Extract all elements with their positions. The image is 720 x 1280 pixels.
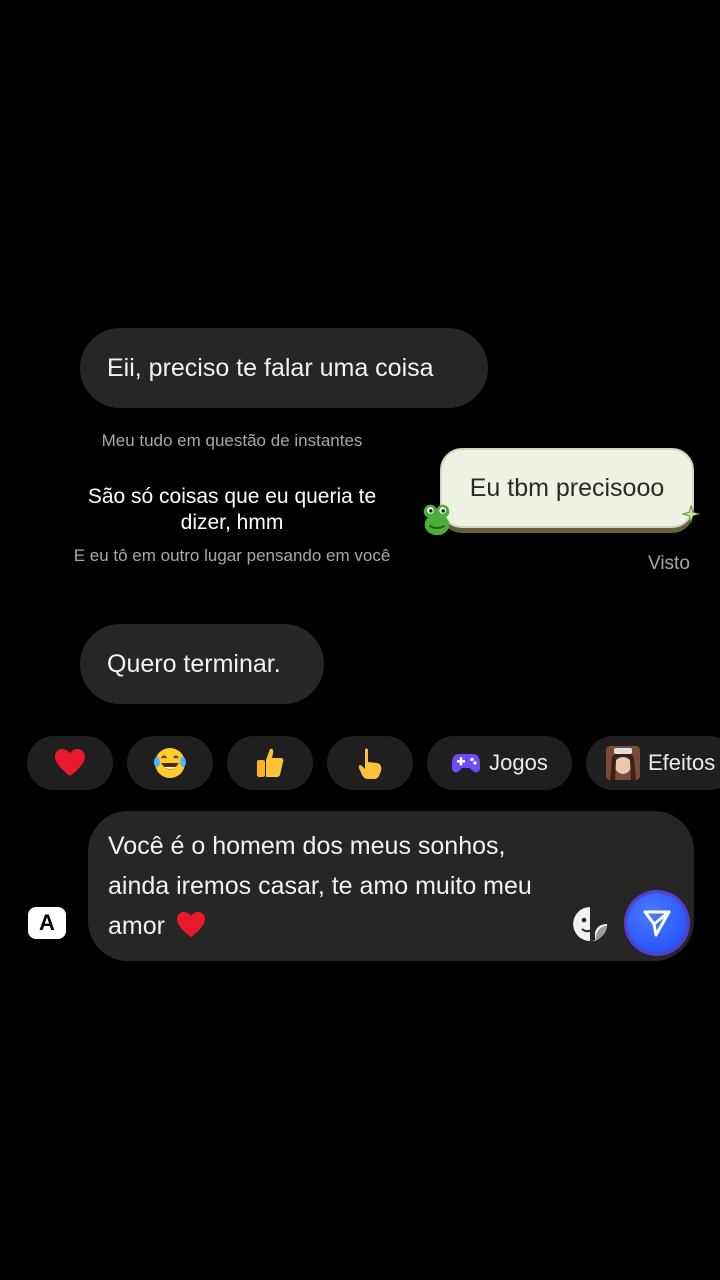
gamepad-icon (452, 754, 481, 773)
message-input[interactable]: Você é o homem dos meus sonhos, ainda ir… (108, 826, 558, 946)
lyrics-text: São só coisas que eu queria te dizer, hm… (87, 485, 377, 534)
heart-emoji-icon (55, 749, 85, 776)
lyrics-next-line: E eu tô em outro lugar pensando em você (62, 545, 402, 567)
message-input-text: Você é o homem dos meus sonhos, ainda ir… (108, 832, 532, 940)
reaction-laugh-button[interactable] (127, 736, 213, 790)
sticker-icon[interactable] (571, 905, 609, 943)
seen-status: Visto (648, 553, 690, 574)
message-text: Eu tbm precisooo (469, 473, 665, 502)
pointing-hand-emoji-icon (358, 748, 382, 779)
message-text: Quero terminar. (107, 649, 281, 678)
games-button[interactable]: Jogos (427, 736, 572, 790)
chat-screen: Eii, preciso te falar uma coisa Meu tudo… (0, 0, 720, 1280)
lyrics-current-line: São só coisas que eu queria te dizer, hm… (62, 484, 402, 536)
reaction-pointing-button[interactable] (327, 736, 413, 790)
lyrics-prev-line: Meu tudo em questão de instantes (62, 430, 402, 452)
effects-label: Efeitos (648, 750, 716, 775)
lyrics-text: E eu tô em outro lugar pensando em você (73, 546, 391, 565)
send-button[interactable] (627, 893, 687, 953)
thumbs-up-emoji-icon (257, 748, 284, 777)
reaction-heart-button[interactable] (27, 736, 113, 790)
keyboard-switch-label: A (39, 910, 55, 935)
message-text: Eii, preciso te falar uma coisa (107, 353, 434, 382)
send-icon (643, 910, 671, 937)
sparkle-sticker-icon (682, 505, 700, 523)
games-label: Jogos (489, 750, 548, 775)
reaction-thumbs-up-button[interactable] (227, 736, 313, 790)
laughing-tears-emoji-icon (154, 748, 186, 778)
sent-message[interactable]: Eu tbm precisooo (440, 448, 694, 528)
effects-button[interactable]: Efeitos (586, 736, 720, 790)
heart-emoji-icon (176, 911, 205, 938)
frog-sticker-icon (423, 504, 450, 536)
lyrics-text: Meu tudo em questão de instantes (101, 431, 363, 450)
received-message[interactable]: Quero terminar. (80, 624, 324, 704)
received-message[interactable]: Eii, preciso te falar uma coisa (80, 328, 488, 408)
quick-reactions-bar: Jogos Efeitos (0, 736, 720, 792)
effects-avatar-icon (606, 746, 640, 780)
keyboard-switch-button[interactable]: A (28, 907, 66, 939)
